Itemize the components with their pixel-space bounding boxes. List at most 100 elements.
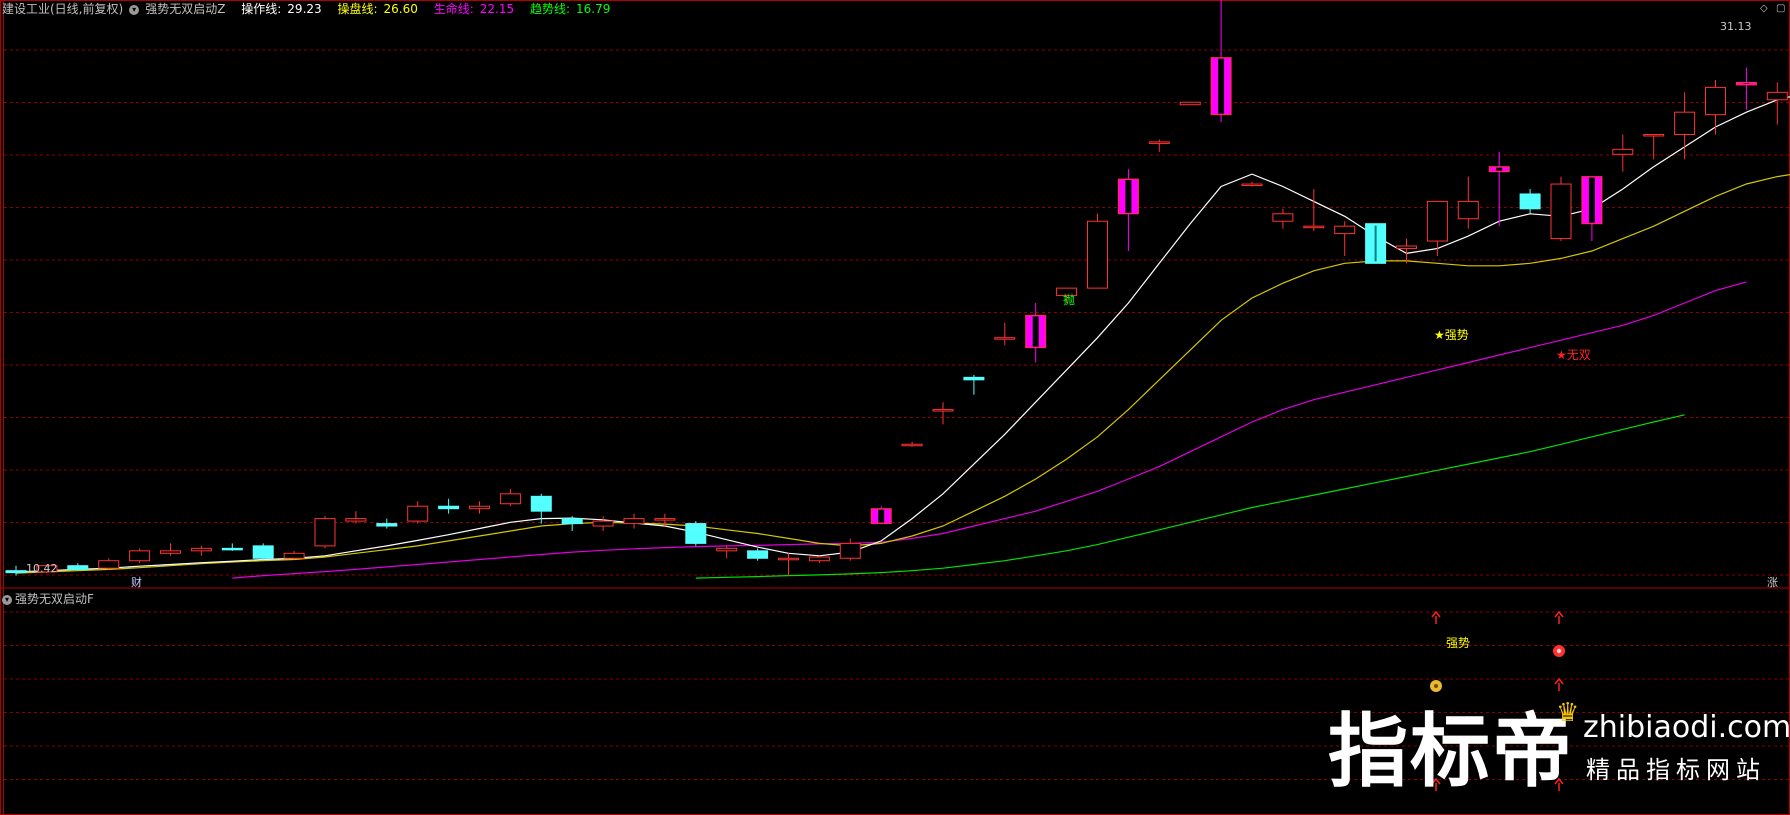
candle xyxy=(345,511,367,524)
candle xyxy=(5,565,27,576)
chevron-down-icon: ▾ xyxy=(129,4,140,15)
candle-body xyxy=(1396,245,1417,249)
candle xyxy=(1705,79,1726,135)
candle xyxy=(1025,303,1047,363)
candle-core xyxy=(1743,83,1750,84)
candle xyxy=(1303,189,1325,232)
candle xyxy=(160,543,181,556)
candle-core xyxy=(878,509,885,523)
candle-body xyxy=(98,560,120,569)
line-value-operation: 操作线: 29.23 xyxy=(241,2,327,16)
candle xyxy=(870,506,892,525)
candle-body xyxy=(1550,183,1572,240)
candle xyxy=(376,518,398,529)
candle xyxy=(747,548,769,561)
candle-body xyxy=(1148,141,1170,144)
candle xyxy=(592,516,614,531)
up-arrow-icon xyxy=(1554,610,1564,624)
candle xyxy=(221,543,243,551)
candle-body xyxy=(469,505,490,510)
candle-body xyxy=(1519,193,1541,210)
indicator-name: 强势无双启动Z xyxy=(145,2,226,16)
line-value: 22.15 xyxy=(479,2,515,16)
candle-body xyxy=(808,556,830,562)
candle-body xyxy=(252,545,274,559)
candle-body xyxy=(747,550,769,559)
candle xyxy=(1550,176,1572,242)
red-coin-icon xyxy=(1553,645,1565,657)
sub-panel-title: 强势无双启动F xyxy=(15,592,94,606)
sub-qiangshi-label: 强势 xyxy=(1446,636,1470,650)
line-label: 操盘线: xyxy=(337,2,378,16)
candle-body xyxy=(1272,213,1294,222)
candle-body xyxy=(592,520,614,527)
candle-core xyxy=(1496,167,1503,171)
candle-body xyxy=(283,552,305,559)
candle xyxy=(67,563,89,571)
line-label: 操作线: xyxy=(241,2,282,16)
candle xyxy=(1766,82,1788,125)
candle-body xyxy=(190,547,212,552)
candle xyxy=(469,501,490,514)
candle-core xyxy=(1125,180,1132,213)
candle xyxy=(1334,221,1356,256)
chart-header: 建设工业(日线,前复权) ▾ 强势无双启动Z 操作线: 29.23 操盘线: 26.60… xyxy=(2,1,622,17)
candle-body xyxy=(901,443,923,447)
candle xyxy=(1735,67,1757,110)
qiangshi-signal: ★强势 xyxy=(1434,328,1469,342)
candle xyxy=(1210,0,1232,123)
candle-body xyxy=(778,557,799,561)
candle-body xyxy=(160,550,181,554)
line-value: 26.60 xyxy=(383,2,418,16)
watermark-big-text: 指标帝 xyxy=(1328,705,1574,798)
candle-body xyxy=(1087,220,1108,289)
chevron-down-icon[interactable]: ▾ xyxy=(2,594,12,605)
candle-body xyxy=(67,565,89,570)
candle xyxy=(252,543,274,561)
pao-signal: 抛 xyxy=(1063,292,1075,307)
coin-mark xyxy=(1556,648,1562,654)
candle-body xyxy=(129,550,151,562)
diamond-icon[interactable]: ◇ xyxy=(1760,3,1768,14)
candle xyxy=(1148,139,1170,152)
candle-body xyxy=(530,495,552,512)
candle xyxy=(1612,134,1634,172)
candle-body xyxy=(994,337,1016,340)
candle-body xyxy=(5,570,27,574)
candle xyxy=(407,501,429,524)
candle-body xyxy=(345,518,367,522)
money-bag-icon xyxy=(1430,680,1442,692)
candle-body xyxy=(1612,148,1634,155)
up-arrow-icon xyxy=(1554,677,1564,691)
candle-body xyxy=(1303,225,1325,229)
kline-chart[interactable]: 31.13 10.42 财 涨 抛 ★强势 ★无双 强势 xyxy=(0,0,1790,815)
candle-body xyxy=(1457,200,1479,220)
candle-body xyxy=(932,409,954,412)
line-value-life: 生命线: 22.15 xyxy=(434,2,520,16)
candle xyxy=(1426,200,1448,256)
candle-body xyxy=(1643,133,1665,137)
window-toggle-icon[interactable]: ▢ xyxy=(1776,3,1785,14)
line-label: 趋势线: xyxy=(529,2,570,16)
candle xyxy=(994,322,1016,346)
stock-title: 建设工业(日线,前复权) xyxy=(2,2,124,16)
line-value-trend: 趋势线: 16.79 xyxy=(530,2,616,16)
candle xyxy=(1087,213,1108,289)
candle xyxy=(1396,238,1417,264)
candle xyxy=(1241,181,1263,187)
low-price-label: 10.42 xyxy=(26,562,58,575)
watermark-logo: 指标帝 ♛ zhibiaodi.com 精品指标网站 xyxy=(1328,698,1790,810)
candle-body xyxy=(438,505,460,510)
sub-panel-header: ▾ 强势无双启动F xyxy=(2,590,94,607)
candle xyxy=(716,545,738,559)
candle-body xyxy=(963,376,985,381)
candle-core xyxy=(1218,58,1225,114)
candle-body xyxy=(561,518,583,525)
candle xyxy=(963,374,985,395)
candle-core xyxy=(1032,316,1039,347)
high-price-label: 31.13 xyxy=(1720,20,1752,33)
cai-marker: 财 xyxy=(131,575,142,589)
candle xyxy=(438,498,460,514)
candle xyxy=(283,550,305,560)
indicator-toggle[interactable]: ▾ 强势无双启动Z xyxy=(129,2,231,16)
